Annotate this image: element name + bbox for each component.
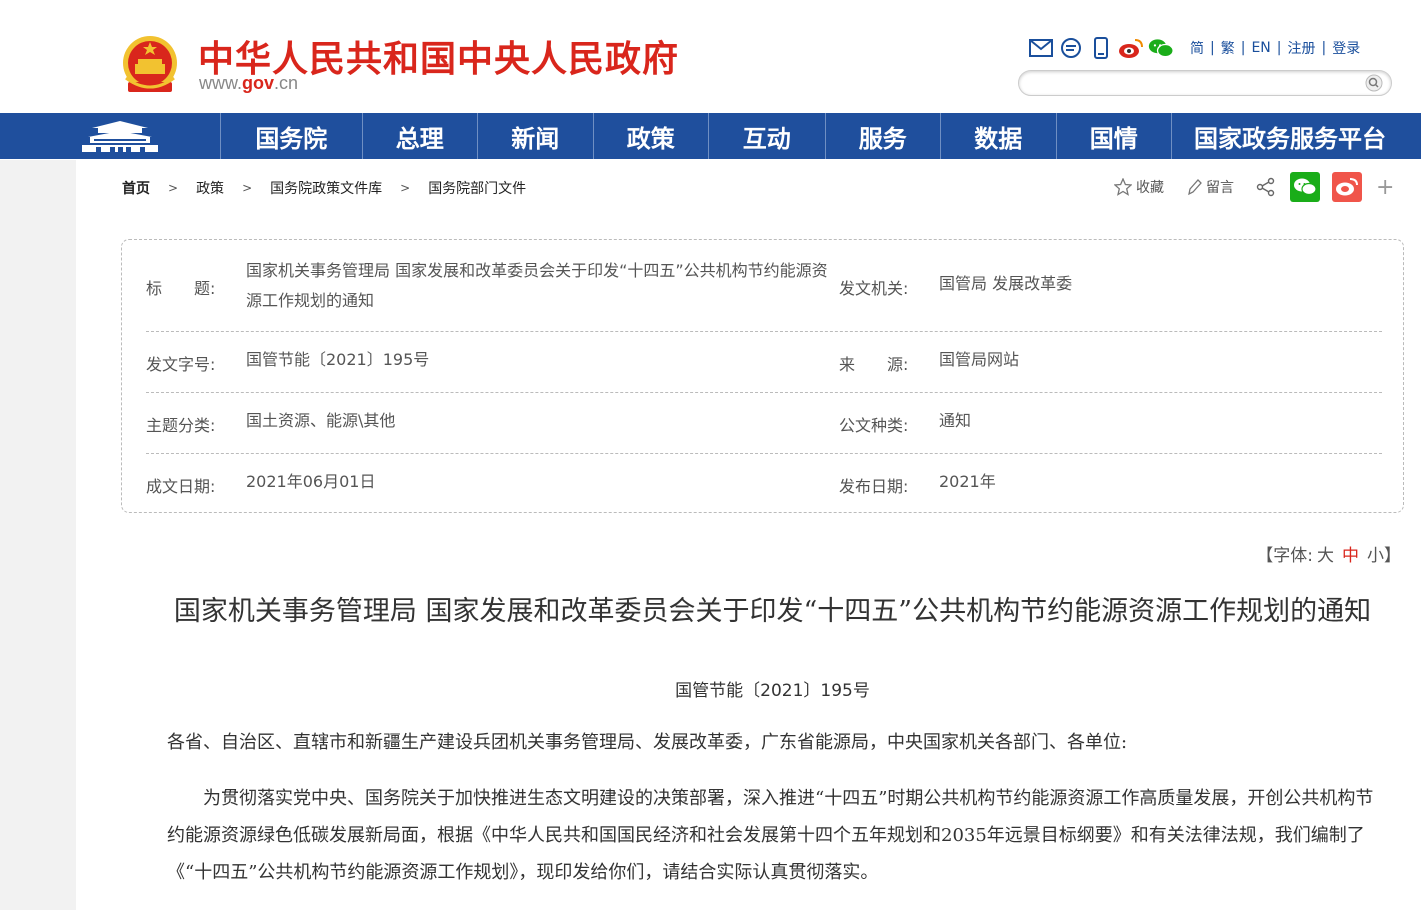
chevron-right-icon: > (242, 181, 253, 195)
pencil-icon (1186, 178, 1202, 196)
search-input[interactable] (1031, 71, 1365, 95)
document-info-box: 标 题: 国家机关事务管理局 国家发展和改革委员会关于印发“十四五”公共机构节约… (121, 239, 1404, 513)
login-link[interactable]: 登录 (1326, 38, 1366, 58)
share-button[interactable] (1256, 177, 1280, 197)
source-label: 来 源: (839, 355, 909, 374)
font-medium-button[interactable]: 中 (1342, 546, 1359, 566)
lang-traditional-link[interactable]: 繁 (1215, 38, 1241, 58)
share-bar: 收藏 留言 + (1114, 172, 1394, 202)
header-tools: 简 | 繁 | EN | 注册 | 登录 (1028, 36, 1366, 60)
left-gutter (0, 160, 76, 910)
article-paragraph: 为贯彻落实党中央、国务院关于加快推进生态文明建设的决策部署，深入推进“十四五”时… (167, 788, 1374, 883)
share-icon (1256, 177, 1276, 197)
title-value: 国家机关事务管理局 国家发展和改革委员会关于印发“十四五”公共机构节约能源资源工… (246, 261, 828, 310)
info-row-topic: 主题分类: 国土资源、能源\其他 公文种类: 通知 (146, 392, 1382, 454)
share-weibo-icon[interactable] (1332, 172, 1362, 202)
lang-simplified-link[interactable]: 简 (1184, 38, 1210, 58)
doc-no-label: 发文字号: (146, 355, 216, 374)
nav-item-interaction[interactable]: 互动 (709, 113, 826, 159)
article-title: 国家机关事务管理局 国家发展和改革委员会关于印发“十四五”公共机构节约能源资源工… (173, 596, 1372, 627)
message-icon[interactable] (1058, 36, 1084, 60)
mail-icon[interactable] (1028, 36, 1054, 60)
site-url[interactable]: www.gov.cn (199, 73, 298, 94)
lang-english-link[interactable]: EN (1245, 40, 1276, 56)
breadcrumb: 首页 > 政策 > 国务院政策文件库 > 国务院部门文件 (122, 178, 526, 198)
chevron-right-icon: > (168, 181, 179, 195)
font-size-open: 【字体: (1256, 546, 1313, 566)
nav-item-services[interactable]: 服务 (826, 113, 942, 159)
written-date-label: 成文日期: (146, 477, 216, 496)
written-date-value: 2021年06月01日 (246, 472, 376, 491)
national-emblem-icon (123, 36, 177, 92)
search-box (1018, 70, 1392, 96)
comment-button[interactable]: 留言 (1186, 177, 1234, 197)
breadcrumb-policy[interactable]: 政策 (196, 178, 224, 198)
share-wechat-icon[interactable] (1290, 172, 1320, 202)
nav-item-news[interactable]: 新闻 (478, 113, 594, 159)
info-row-title: 标 题: 国家机关事务管理局 国家发展和改革委员会关于印发“十四五”公共机构节约… (146, 240, 1382, 332)
font-size-switcher: 【字体: 大中小】 (1256, 541, 1401, 566)
topic-label: 主题分类: (146, 416, 216, 435)
topic-value: 国土资源、能源\其他 (246, 411, 396, 430)
favorite-label: 收藏 (1136, 180, 1164, 196)
favorite-button[interactable]: 收藏 (1114, 177, 1164, 197)
site-url-domain: gov (242, 73, 275, 93)
type-value: 通知 (939, 411, 972, 430)
font-size-close: 】 (1384, 546, 1401, 566)
site-url-suffix: .cn (274, 73, 299, 93)
comment-label: 留言 (1206, 180, 1234, 196)
font-small-button[interactable]: 小 (1367, 546, 1384, 566)
doc-no-value: 国管节能〔2021〕195号 (246, 350, 430, 369)
nav-item-premier[interactable]: 总理 (363, 113, 479, 159)
register-link[interactable]: 注册 (1281, 38, 1321, 58)
published-date-value: 2021年 (939, 472, 996, 491)
site-header: 中华人民共和国中央人民政府 www.gov.cn 简 | 繁 | EN | 注册 | 登… (0, 0, 1421, 113)
nav-item-service-platform[interactable]: 国家政务服务平台 (1172, 113, 1421, 159)
breadcrumb-department-docs[interactable]: 国务院部门文件 (428, 178, 526, 198)
nav-item-national-info[interactable]: 国情 (1057, 113, 1173, 159)
chevron-right-icon: > (400, 181, 411, 195)
type-label: 公文种类: (839, 416, 909, 435)
nav-item-data[interactable]: 数据 (941, 113, 1057, 159)
language-links: 简 | 繁 | EN | 注册 | 登录 (1184, 38, 1366, 58)
wechat-icon[interactable] (1148, 36, 1174, 60)
main-nav: 国务院 总理 新闻 政策 互动 服务 数据 国情 国家政务服务平台 (0, 113, 1421, 159)
search-icon[interactable] (1365, 74, 1383, 92)
star-icon (1114, 178, 1132, 196)
nav-item-state-council[interactable]: 国务院 (221, 113, 363, 159)
more-share-button[interactable]: + (1376, 175, 1394, 200)
published-date-label: 发布日期: (839, 477, 909, 496)
nav-item-policy[interactable]: 政策 (594, 113, 710, 159)
article-doc-no: 国管节能〔2021〕195号 (675, 681, 870, 701)
tiananmen-icon (82, 121, 159, 152)
info-row-dates: 成文日期: 2021年06月01日 发布日期: 2021年 (146, 453, 1382, 512)
issuer-label: 发文机关: (839, 279, 909, 298)
nav-home[interactable] (0, 113, 222, 159)
article-salutation: 各省、自治区、直辖市和新疆生产建设兵团机关事务管理局、发展改革委，广东省能源局，… (167, 732, 1128, 753)
source-value: 国管局网站 (939, 350, 1020, 369)
breadcrumb-home[interactable]: 首页 (122, 178, 150, 198)
issuer-value: 国管局 发展改革委 (939, 274, 1073, 293)
title-label: 标 题: (146, 279, 216, 298)
weibo-icon[interactable] (1118, 36, 1144, 60)
mobile-icon[interactable] (1088, 36, 1114, 60)
breadcrumb-policy-library[interactable]: 国务院政策文件库 (270, 178, 382, 198)
font-large-button[interactable]: 大 (1317, 546, 1334, 566)
site-url-prefix: www. (199, 73, 243, 93)
info-row-docno: 发文字号: 国管节能〔2021〕195号 来 源: 国管局网站 (146, 331, 1382, 393)
